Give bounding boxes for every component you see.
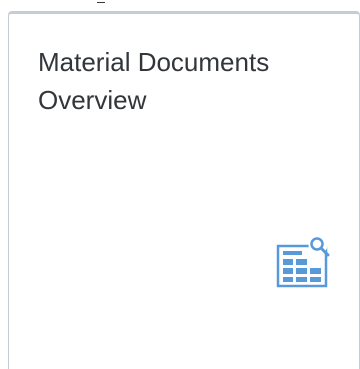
launchpad-area: Material Documents Overview xyxy=(0,0,360,369)
table-search-icon xyxy=(275,234,333,292)
top-edge-fragment xyxy=(97,2,105,3)
material-documents-overview-tile[interactable]: Material Documents Overview xyxy=(8,11,360,369)
tile-title-line-1: Material Documents xyxy=(38,47,270,77)
tile-title: Material Documents Overview xyxy=(38,43,338,119)
tile-title-line-2: Overview xyxy=(38,85,147,115)
